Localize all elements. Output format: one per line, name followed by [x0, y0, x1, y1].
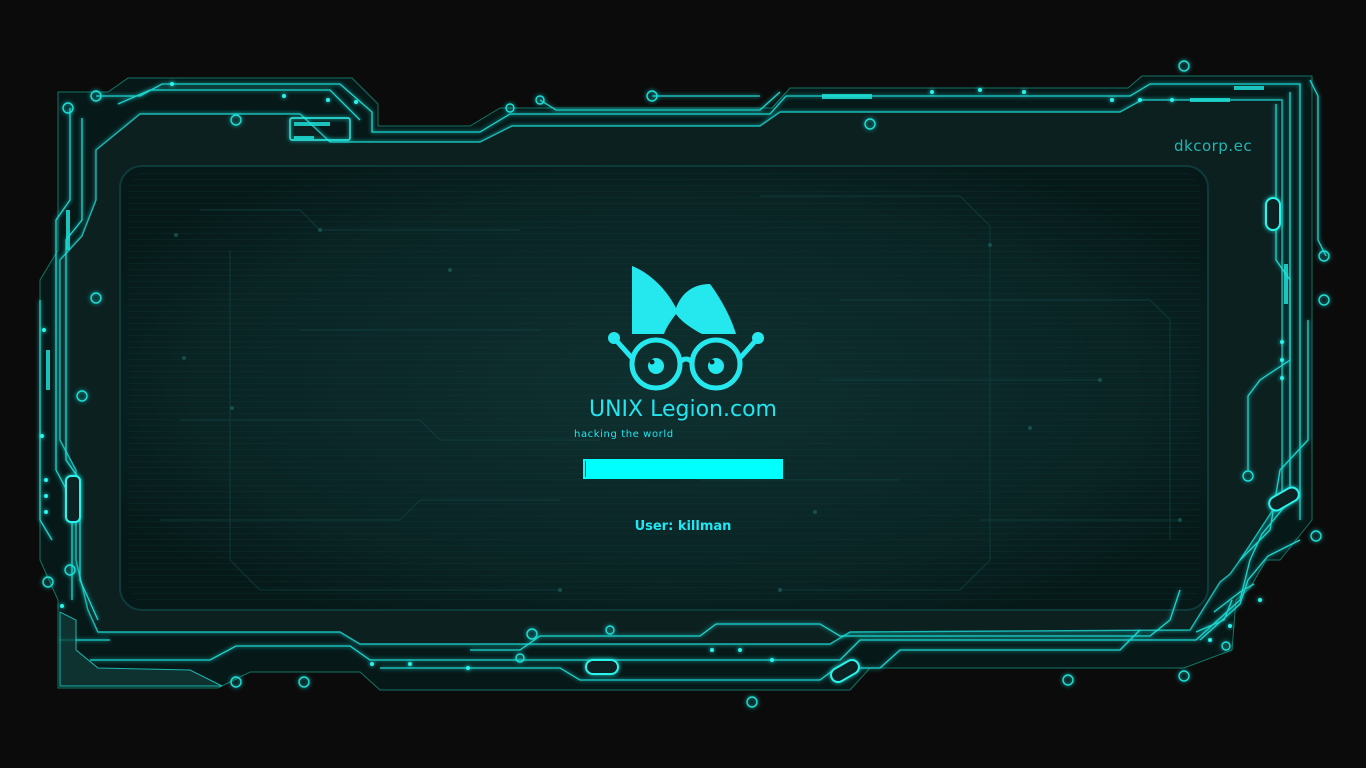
user-line: User: killman — [560, 519, 806, 534]
watermark-text: dkcorp.ec — [1174, 137, 1253, 155]
text-caret — [585, 461, 586, 477]
brand-tagline: hacking the world — [574, 429, 674, 440]
password-input[interactable] — [583, 459, 783, 479]
brand-title: UNIX Legion.com — [589, 397, 777, 422]
user-name: killman — [677, 519, 732, 534]
login-screen: dkcorp.ec UNIX Legion.com hacking the wo… — [0, 0, 1366, 768]
glasses-icon — [608, 266, 764, 391]
user-label: User: — [634, 519, 674, 534]
login-box: UNIX Legion.com hacking the world User: … — [560, 258, 806, 548]
